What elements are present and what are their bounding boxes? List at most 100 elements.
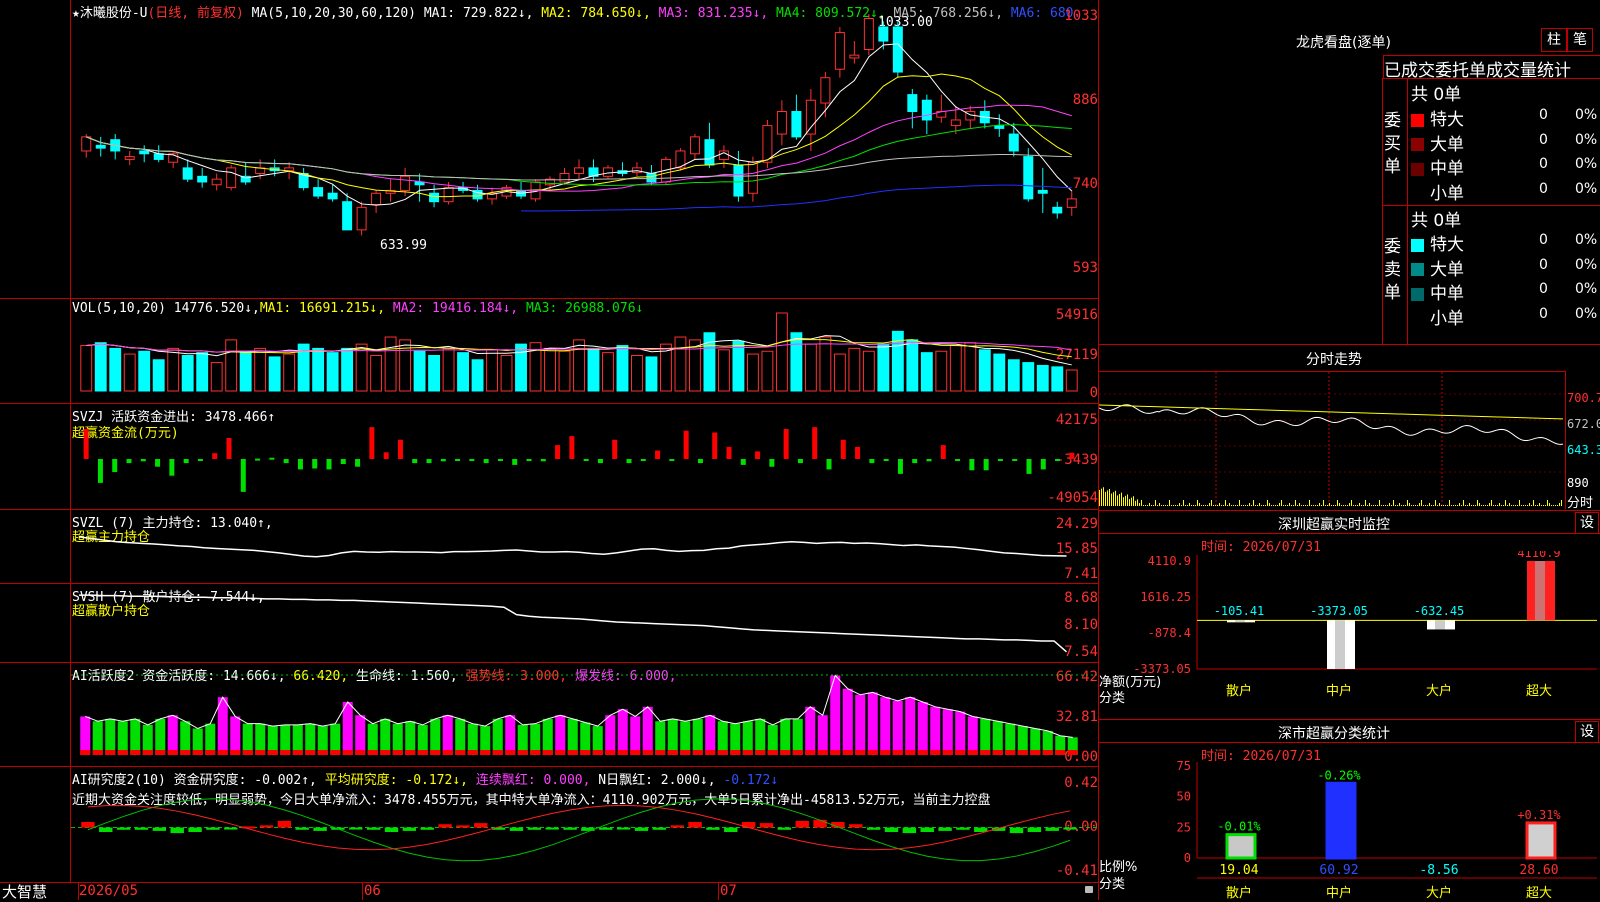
life-bar: [667, 750, 678, 755]
sz-class-panel[interactable]: 深市超赢分类统计 设 时间: 2026/07/31 75 50 25 0 19.04 -0…: [1099, 720, 1600, 900]
volume-chart[interactable]: [71, 299, 1097, 403]
intraday-vol-bar: [1269, 503, 1270, 506]
svzl-chart[interactable]: [71, 510, 1097, 583]
settings-button[interactable]: 设: [1575, 512, 1599, 534]
y-tick-label: 25: [1177, 820, 1191, 834]
svzj-panel[interactable]: SVZJ 活跃资金进出: 3478.466↑ 超赢资金流(万元) 42175 -…: [0, 404, 1098, 510]
activity-bar: [155, 718, 166, 755]
intraday-vol-bar: [1227, 505, 1228, 506]
intraday-vol-bar: [1241, 505, 1242, 506]
intraday-vol-bar: [1147, 505, 1148, 506]
chart-area[interactable]: ★沐曦股份-U(日线, 前复权) MA(5,10,20,30,60,120) M…: [0, 0, 1099, 902]
activity-bar: [705, 715, 716, 755]
intraday-vol-bar: [1407, 500, 1408, 506]
intraday-chart[interactable]: [1099, 372, 1565, 508]
sz-monitor-panel[interactable]: 深圳超赢实时监控 设 时间: 2026/07/31 4110.9 1616.25-…: [1099, 511, 1600, 720]
intraday-vol-bar: [1099, 490, 1100, 506]
life-bar: [717, 750, 728, 755]
intraday-vol-bar: [1385, 505, 1386, 506]
intraday-vol-bar: [1203, 505, 1204, 506]
research-bar: [706, 827, 720, 830]
intraday-vol-bar: [1523, 505, 1524, 506]
volume-bar: [877, 343, 890, 392]
order-percent: 0%: [1575, 281, 1598, 297]
intraday-vol-bar: [1261, 505, 1262, 506]
intraday-vol-bar: [1345, 505, 1346, 506]
tab-bar[interactable]: 柱: [1541, 28, 1567, 52]
flow-bar: [555, 445, 561, 459]
sz-class-chart[interactable]: 75 50 25 0 19.04 -0.01% 散户 60.92 -0.26% 中户 -8.56 大户…: [1099, 760, 1600, 900]
svsh-line: [79, 594, 1067, 653]
intraday-vol-bar: [1303, 505, 1304, 506]
life-bar: [1055, 750, 1066, 755]
intraday-vol-bar: [1209, 503, 1210, 506]
volume-bar: [645, 356, 658, 392]
svzj-chart[interactable]: [71, 404, 1097, 509]
candle: [689, 136, 700, 155]
flow-bar: [983, 458, 989, 471]
intraday-vol-bar: [1139, 503, 1140, 506]
order-count: 0: [1539, 305, 1548, 322]
intraday-vol-bar: [1189, 503, 1190, 506]
candle: [863, 18, 874, 51]
intraday-vol-bar: [1371, 505, 1372, 506]
research-bar: [116, 827, 131, 830]
life-bar: [180, 750, 191, 755]
ai-active-chart[interactable]: [71, 663, 1097, 766]
candle: [197, 175, 208, 183]
flow-bar: [612, 439, 618, 459]
ai-research-chart[interactable]: [71, 767, 1097, 882]
intraday-vol-bar: [1137, 499, 1138, 506]
research-bar: [295, 827, 309, 830]
intraday-vol-bar: [1491, 500, 1492, 506]
order-type: 大单: [1430, 134, 1464, 155]
life-bar: [730, 750, 741, 755]
svzl-panel[interactable]: SVZL (7) 主力持仓: 13.040↑, 超赢主力持仓 24.29 15.…: [0, 510, 1098, 584]
svsh-chart[interactable]: [71, 584, 1097, 662]
settings-button[interactable]: 设: [1575, 721, 1599, 743]
intraday-vol-bar: [1199, 503, 1200, 506]
candle: [356, 206, 367, 231]
intraday-vol-bar: [1339, 503, 1340, 506]
svsh-panel[interactable]: SVSH (7) 散户持仓: 7.544↓, 超赢散户持仓 8.68 8.10 …: [0, 584, 1098, 663]
ai-active-panel[interactable]: AI活跃度2 资金活跃度: 14.666↓, 66.420, 生命线: 1.56…: [0, 663, 1098, 767]
sz-monitor-chart[interactable]: 4110.91616.25-878.4-3373.05-105.41散户-337…: [1099, 551, 1600, 719]
intraday-vol-bar: [1331, 505, 1332, 506]
research-bar: [152, 827, 167, 831]
intraday-vol-bar: [1559, 503, 1560, 506]
brand-label[interactable]: 大智慧: [2, 881, 47, 902]
intraday-vol-bar: [1387, 505, 1388, 506]
intraday-vol-bar: [1355, 505, 1356, 506]
intraday-vol-bar: [1211, 500, 1212, 506]
life-bar: [592, 750, 603, 755]
tab-tick[interactable]: 笔: [1567, 28, 1593, 52]
candlestick-chart[interactable]: [71, 0, 1097, 298]
volume-panel[interactable]: VOL(5,10,20) 14776.520↓,MA1: 16691.215↓,…: [0, 299, 1098, 404]
research-bar: [527, 827, 542, 830]
flow-bar: [912, 458, 918, 464]
intraday-vol-bar: [1437, 505, 1438, 506]
intraday-vol-bar: [1485, 505, 1486, 506]
life-bar: [342, 750, 353, 755]
flow-bar: [240, 458, 246, 492]
intraday-vol-bar: [1295, 500, 1296, 506]
candle: [762, 125, 773, 163]
color-swatch: [1411, 162, 1424, 176]
category-bar: [1525, 821, 1557, 860]
flow-bar: [512, 458, 518, 465]
life-bar: [530, 750, 541, 755]
intraday-vol-bar: [1259, 503, 1260, 506]
price-panel[interactable]: ★沐曦股份-U(日线, 前复权) MA(5,10,20,30,60,120) M…: [0, 0, 1098, 299]
volume-bar: [862, 350, 875, 392]
activity-bar: [642, 706, 653, 755]
intraday-vol-bar: [1131, 497, 1132, 506]
intraday-vol-bar: [1505, 500, 1506, 506]
lhb-title: 龙虎看盘(逐单): [1296, 35, 1391, 51]
ai-research-panel[interactable]: AI研究度2(10) 资金研究度: -0.002↑, 平均研究度: -0.172…: [0, 767, 1098, 883]
fenshi-panel[interactable]: 分时走势 700.7 672.0 643.3 890 分时: [1099, 345, 1600, 511]
category-value-label: 4110.9: [1517, 551, 1560, 560]
lock-icon[interactable]: [1085, 886, 1093, 893]
flow-bar: [683, 430, 689, 459]
intraday-vol-bar: [1439, 503, 1440, 506]
intraday-vol-bar: [1217, 505, 1218, 506]
